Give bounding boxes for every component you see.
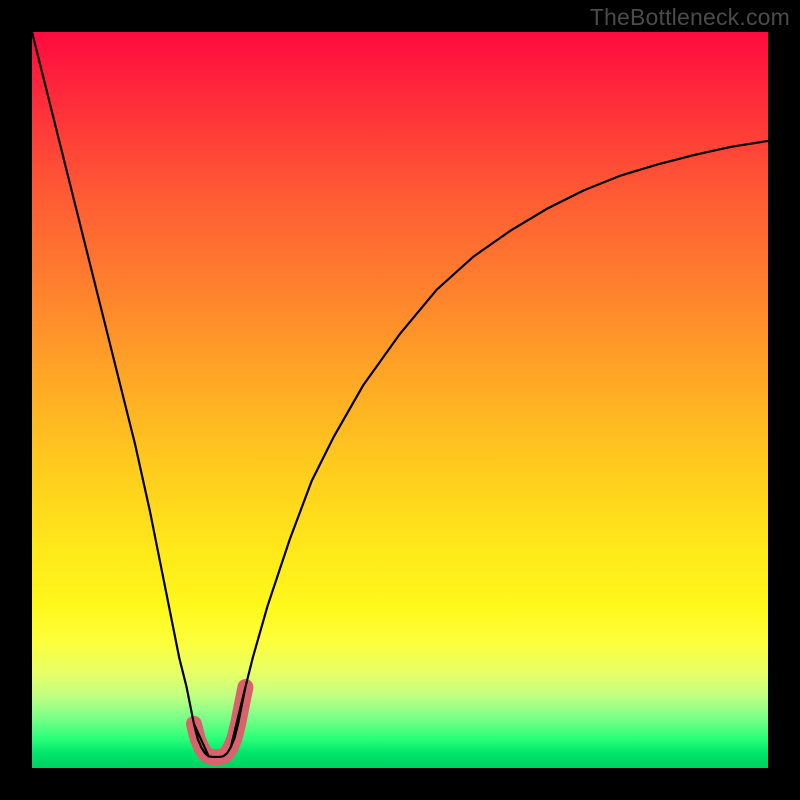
chart-plot-area — [32, 32, 768, 768]
watermark-text: TheBottleneck.com — [590, 4, 790, 31]
chart-frame: TheBottleneck.com — [0, 0, 800, 800]
chart-svg — [32, 32, 768, 768]
curve-left — [32, 32, 768, 757]
